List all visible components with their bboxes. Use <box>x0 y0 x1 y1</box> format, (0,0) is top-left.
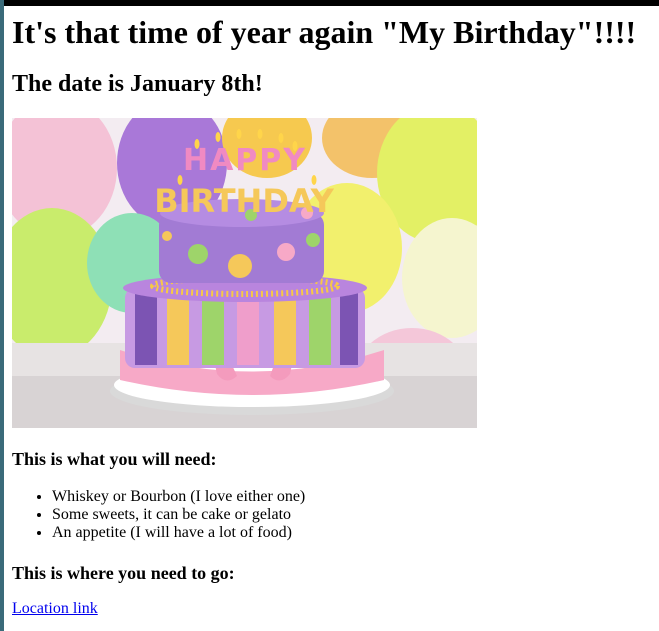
window-top-border <box>0 0 659 6</box>
candle-text-birthday: BIRTHDAY <box>154 182 334 220</box>
needs-heading: This is what you will need: <box>12 449 217 469</box>
location-heading: This is where you need to go: <box>12 563 235 583</box>
location-link[interactable]: Location link <box>12 600 98 618</box>
list-item: Whiskey or Bourbon (I love either one) <box>52 488 305 506</box>
page-subtitle: The date is January 8th! <box>12 71 263 97</box>
birthday-cake-image: HAPPY BIRTHDAY <box>12 118 477 428</box>
list-item: An appetite (I will have a lot of food) <box>52 524 305 542</box>
window-left-border <box>0 0 4 631</box>
needs-list: Whiskey or Bourbon (I love either one) S… <box>12 488 305 542</box>
page-title: It's that time of year again "My Birthda… <box>12 14 637 50</box>
list-item: Some sweets, it can be cake or gelato <box>52 506 305 524</box>
candle-text-happy: HAPPY <box>183 143 307 178</box>
birthday-cake-illustration: HAPPY BIRTHDAY <box>12 118 477 428</box>
